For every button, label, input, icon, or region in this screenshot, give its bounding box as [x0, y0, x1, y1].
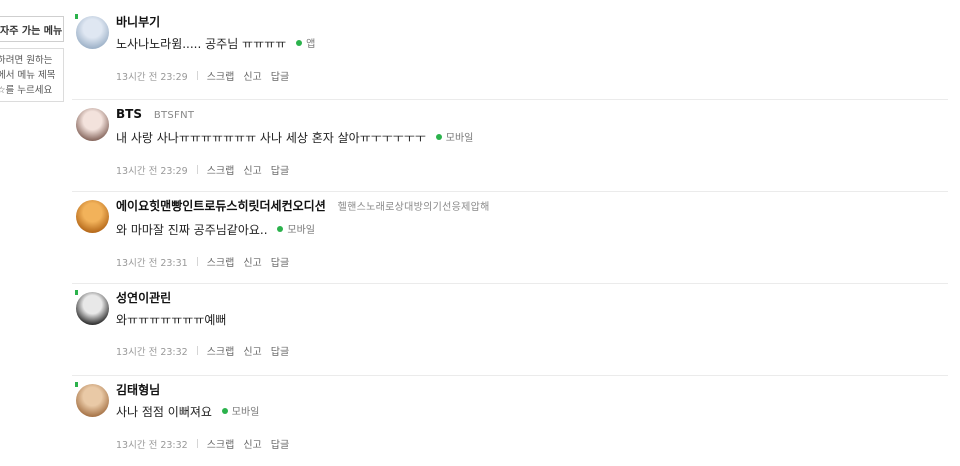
online-status-icon — [75, 290, 78, 295]
comment-date: 13시간 전 23:29 — [116, 71, 188, 83]
device-badge: 앱 — [296, 37, 315, 53]
device-badge: 모바일 — [221, 405, 260, 421]
scrap-button[interactable]: 스크랩 — [207, 436, 235, 451]
device-badge: 모바일 — [277, 223, 315, 239]
comment-list: 바니부기 노사나노라윔..... 공주님 ㅠㅠㅠㅠ 앱 13시간 전 23:29… — [72, 8, 948, 466]
favorite-menu-help: 하려면 원하는 에서 메뉴 제목 ☆를 누르세요 — [0, 48, 64, 102]
comment-nickname[interactable]: 바니부기 — [116, 15, 160, 29]
avatar-image — [76, 16, 109, 49]
avatar-image — [76, 384, 109, 417]
report-button[interactable]: 신고 — [243, 254, 261, 269]
report-button[interactable]: 신고 — [243, 343, 261, 358]
comment-item: 바니부기 노사나노라윔..... 공주님 ㅠㅠㅠㅠ 앱 13시간 전 23:29… — [72, 8, 948, 100]
device-label: 모바일 — [445, 133, 474, 144]
online-status-icon — [75, 14, 78, 19]
comment-item: 김태형님 사나 점점 이뻐져요 모바일 13시간 전 23:32 스크랩 신고 … — [72, 376, 948, 466]
comment-date: 13시간 전 23:31 — [116, 257, 188, 269]
comment-nickname[interactable]: 김태형님 — [116, 383, 160, 397]
avatar[interactable] — [75, 106, 111, 142]
scrap-button[interactable]: 스크랩 — [207, 254, 235, 269]
favorite-menu-title[interactable]: 자주 가는 메뉴 — [0, 16, 64, 42]
comment-date: 13시간 전 23:29 — [116, 165, 188, 177]
report-button[interactable]: 신고 — [243, 436, 261, 451]
device-dot-icon — [277, 226, 284, 232]
avatar[interactable] — [75, 290, 111, 326]
avatar-image — [76, 200, 109, 233]
avatar-image — [76, 292, 109, 325]
avatar[interactable] — [75, 382, 111, 418]
reply-button[interactable]: 답글 — [271, 254, 289, 269]
report-button[interactable]: 신고 — [243, 68, 261, 83]
comment-date: 13시간 전 23:32 — [116, 439, 188, 451]
device-label: 앱 — [306, 39, 316, 50]
reply-button[interactable]: 답글 — [271, 436, 289, 451]
comment-nickname-sub: BTSFNT — [153, 110, 195, 121]
comment-text: 내 사랑 사나ㅠㅠㅠㅠㅠㅠㅠ 사나 세상 혼자 살아ㅠㅜㅜㅜㅜㅜ — [116, 131, 426, 145]
avatar-image — [76, 108, 109, 141]
comment-date: 13시간 전 23:32 — [116, 346, 188, 358]
divider — [196, 439, 198, 448]
reply-button[interactable]: 답글 — [271, 162, 289, 177]
comment-text: 사나 점점 이뻐져요 — [116, 405, 212, 419]
favorite-menu-help-line: 하려면 원하는 — [0, 55, 53, 66]
comment-text: 노사나노라윔..... 공주님 ㅠㅠㅠㅠ — [116, 37, 287, 51]
reply-button[interactable]: 답글 — [271, 68, 289, 83]
report-button[interactable]: 신고 — [243, 162, 261, 177]
favorite-menu-title-text: 자주 가는 메뉴 — [0, 25, 63, 37]
divider — [196, 257, 198, 266]
divider — [196, 165, 198, 174]
avatar[interactable] — [75, 198, 111, 234]
device-dot-icon — [296, 40, 303, 46]
comment-nickname[interactable]: 에이요힛맨빵인트로듀스히릿더세컨오디션 — [116, 199, 326, 213]
comment-item: 에이요힛맨빵인트로듀스히릿더세컨오디션 헬핸스노래로상대방의기선응제압해 와 마… — [72, 192, 948, 284]
device-label: 모바일 — [231, 407, 260, 418]
scrap-button[interactable]: 스크랩 — [207, 343, 235, 358]
comment-text: 와 마마잘 진짜 공주님같아요.. — [116, 223, 268, 237]
favorite-menu-help-line: ☆를 누르세요 — [0, 85, 53, 96]
device-label: 모바일 — [287, 225, 315, 236]
scrap-button[interactable]: 스크랩 — [207, 68, 235, 83]
device-dot-icon — [435, 134, 442, 140]
comment-nickname-sub: 헬핸스노래로상대방의기선응제압해 — [337, 202, 490, 213]
device-dot-icon — [221, 408, 228, 414]
reply-button[interactable]: 답글 — [271, 343, 289, 358]
comment-nickname[interactable]: BTS — [116, 107, 142, 121]
comment-item: 성연이관린 와ㅠㅠㅠㅠㅠㅠㅠ예뻐 13시간 전 23:32 스크랩 신고 답글 — [72, 284, 948, 376]
avatar[interactable] — [75, 14, 111, 50]
online-status-icon — [75, 382, 78, 387]
scrap-button[interactable]: 스크랩 — [207, 162, 235, 177]
device-badge: 모바일 — [435, 131, 474, 147]
comment-page: 자주 가는 메뉴 하려면 원하는 에서 메뉴 제목 ☆를 누르세요 바니부기 노… — [0, 0, 960, 466]
divider — [196, 71, 198, 80]
comment-item: BTS BTSFNT 내 사랑 사나ㅠㅠㅠㅠㅠㅠㅠ 사나 세상 혼자 살아ㅠㅜㅜ… — [72, 100, 948, 192]
comment-nickname[interactable]: 성연이관린 — [116, 291, 171, 305]
favorite-menu-help-line: 에서 메뉴 제목 — [0, 70, 56, 81]
divider — [196, 346, 198, 355]
comment-text: 와ㅠㅠㅠㅠㅠㅠㅠ예뻐 — [116, 313, 227, 327]
